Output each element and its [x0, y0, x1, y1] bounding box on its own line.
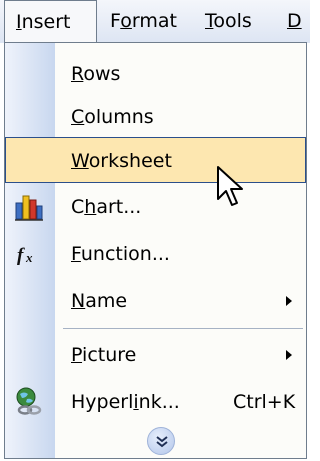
- svg-text:x: x: [25, 250, 33, 265]
- name-mnemonic: N: [71, 290, 86, 312]
- submenu-arrow-icon: [286, 296, 292, 306]
- mouse-pointer-icon: [217, 166, 243, 206]
- menu-item-columns[interactable]: Columns: [5, 94, 306, 140]
- chevron-double-down-icon: [156, 436, 168, 448]
- menu-tools-rest: ools: [213, 10, 252, 32]
- menu-item-picture-label: Picture: [71, 332, 136, 378]
- menu-item-rows[interactable]: Rows: [5, 51, 306, 97]
- menu-item-function[interactable]: f x Function...: [5, 231, 306, 277]
- rows-rest: ows: [83, 63, 121, 85]
- menu-item-worksheet-label: Worksheet: [71, 138, 172, 184]
- worksheet-rest: orksheet: [88, 150, 172, 172]
- picture-rest: icture: [82, 344, 137, 366]
- worksheet-mnemonic: W: [71, 150, 89, 172]
- hyperlink-pre: Hyperl: [71, 391, 134, 413]
- menu-insert[interactable]: Insert: [4, 0, 97, 43]
- menu-item-rows-label: Rows: [71, 51, 120, 97]
- expand-menu-button[interactable]: [147, 427, 175, 455]
- menu-data[interactable]: D: [279, 0, 310, 43]
- chart-rest: art...: [96, 196, 142, 218]
- menu-separator: [63, 328, 303, 329]
- menu-item-chart[interactable]: Chart...: [5, 184, 306, 230]
- menu-bar: Insert Format Tools D: [0, 0, 310, 43]
- menu-format[interactable]: Format: [102, 0, 185, 43]
- menu-item-name[interactable]: Name: [5, 278, 306, 324]
- insert-dropdown-menu: Rows Columns Worksheet Chart... f x Func…: [4, 42, 307, 459]
- function-icon: f x: [13, 238, 45, 270]
- menu-item-picture[interactable]: Picture: [5, 332, 306, 378]
- menu-item-hyperlink-label: Hyperlink...: [71, 379, 180, 425]
- menu-item-name-label: Name: [71, 278, 127, 324]
- menu-format-mnemonic: o: [120, 10, 132, 32]
- submenu-arrow-icon: [286, 350, 292, 360]
- function-rest: unction...: [80, 243, 170, 265]
- menu-format-rest: rmat: [131, 10, 177, 32]
- name-rest: ame: [85, 290, 128, 312]
- menu-item-hyperlink-shortcut: Ctrl+K: [233, 391, 296, 413]
- chart-pre: C: [71, 196, 85, 218]
- menu-format-pre: F: [110, 10, 121, 32]
- menu-item-columns-label: Columns: [71, 94, 154, 140]
- menu-insert-rest: nsert: [21, 11, 71, 33]
- chart-icon: [13, 191, 45, 223]
- menu-item-hyperlink[interactable]: Hyperlink... Ctrl+K: [5, 379, 306, 425]
- menu-tools[interactable]: Tools: [197, 0, 260, 43]
- hyperlink-icon: [13, 386, 45, 418]
- hyperlink-rest: nk...: [138, 391, 180, 413]
- rows-mnemonic: R: [71, 63, 84, 85]
- menu-item-chart-label: Chart...: [71, 184, 141, 230]
- menu-data-label: D: [287, 10, 302, 32]
- function-mnemonic: F: [71, 243, 81, 265]
- picture-mnemonic: P: [71, 344, 83, 366]
- svg-text:f: f: [17, 245, 25, 266]
- chart-mnemonic: h: [84, 196, 97, 218]
- menu-item-function-label: Function...: [71, 231, 170, 277]
- columns-rest: olumns: [84, 106, 154, 128]
- columns-mnemonic: C: [71, 106, 85, 128]
- menu-item-worksheet[interactable]: Worksheet: [5, 137, 306, 183]
